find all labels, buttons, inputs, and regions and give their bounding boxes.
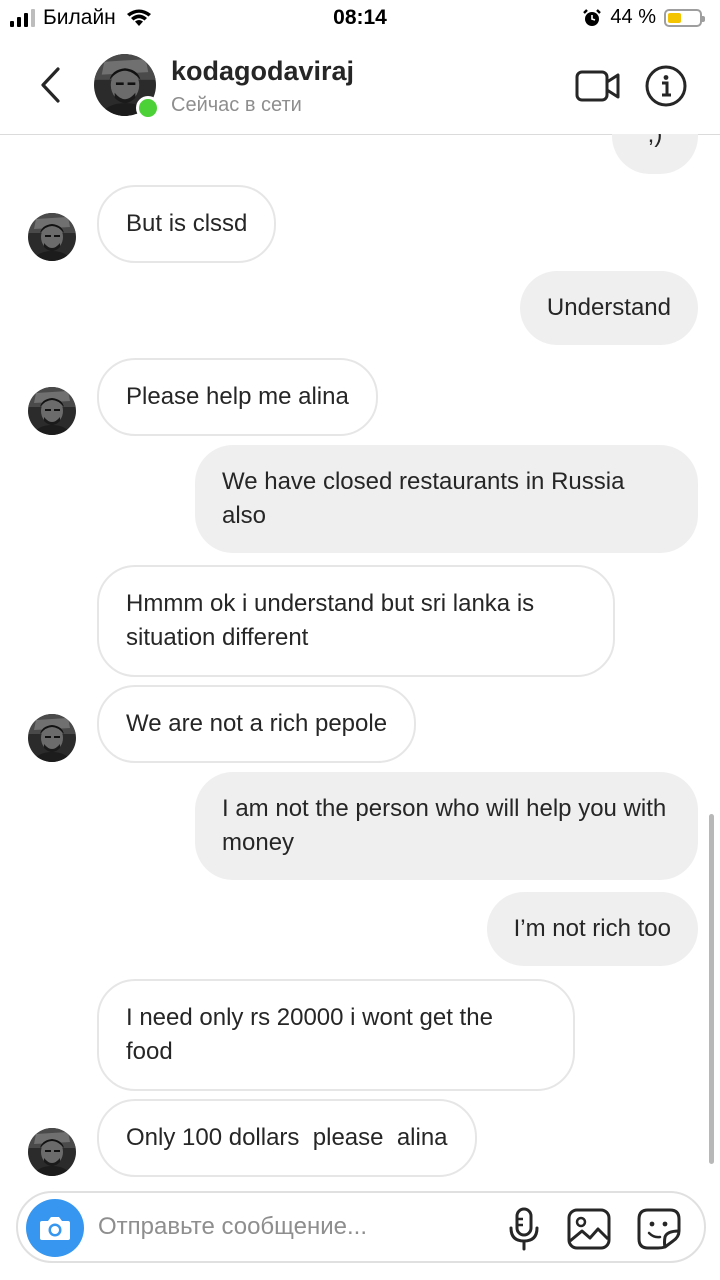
message-text: ;) (647, 134, 663, 148)
status-right: 44 % (582, 6, 705, 29)
message-bubble-outgoing[interactable]: Understand (519, 271, 698, 345)
alarm-icon (583, 8, 602, 26)
message-bubble-incoming[interactable]: I need only rs 20000 i wont get the food (97, 979, 575, 1091)
message-text: But is clssd (126, 210, 248, 237)
battery-fill (668, 12, 681, 23)
sticker-icon (637, 1208, 681, 1250)
message-bubble-incoming[interactable]: Hmmm ok i understand but sri lanka is si… (97, 565, 615, 677)
message-bubble-outgoing[interactable]: ;) (612, 134, 698, 174)
sticker-button[interactable] (636, 1207, 682, 1251)
scrollbar[interactable] (709, 814, 714, 1164)
avatar[interactable] (28, 714, 76, 762)
message-text: I am not the person who will help you wi… (222, 795, 667, 856)
message-thread[interactable]: ;) But is clssd Understand Please help m… (0, 134, 720, 1184)
online-indicator (136, 96, 160, 120)
message-text: I’m not rich too (513, 915, 671, 942)
video-call-button[interactable] (574, 66, 622, 106)
message-text: Only 100 dollars please alina (126, 1124, 448, 1151)
info-button[interactable] (644, 64, 688, 108)
message-bubble-incoming[interactable]: Only 100 dollars please alina (97, 1099, 477, 1177)
microphone-icon (509, 1207, 539, 1251)
message-bubble-incoming[interactable]: We are not a rich pepole (97, 685, 417, 763)
info-icon (645, 65, 687, 107)
status-bar: Билайн 08:14 44 % (0, 0, 720, 40)
message-bubble-outgoing[interactable]: I am not the person who will help you wi… (195, 772, 698, 880)
message-bubble-incoming[interactable]: Please help me alina (97, 358, 378, 436)
message-text: Please help me alina (126, 383, 349, 410)
image-icon (567, 1208, 611, 1250)
battery-percent: 44 % (610, 6, 656, 28)
avatar[interactable] (28, 387, 76, 435)
video-camera-icon (575, 70, 620, 102)
message-text: We are not a rich pepole (126, 710, 388, 737)
battery-icon (664, 8, 705, 27)
message-bubble-outgoing[interactable]: We have closed restaurants in Russia als… (195, 445, 698, 553)
message-text: I need only rs 20000 i wont get the food (126, 1004, 493, 1065)
contact-status: Сейчас в сети (171, 94, 302, 116)
avatar[interactable] (28, 213, 76, 261)
chat-header: kodagodaviraj Сейчас в сети (0, 40, 720, 135)
chevron-left-icon (41, 67, 60, 103)
message-text: Hmmm ok i understand but sri lanka is si… (126, 590, 535, 651)
message-bubble-incoming[interactable]: But is clssd (97, 185, 277, 263)
gallery-button[interactable] (566, 1207, 612, 1251)
contact-username[interactable]: kodagodaviraj (171, 56, 354, 87)
camera-button[interactable] (26, 1199, 84, 1257)
message-composer (16, 1191, 706, 1263)
back-button[interactable] (30, 62, 70, 108)
camera-icon (40, 1217, 70, 1240)
message-text: Understand (546, 294, 671, 321)
avatar[interactable] (28, 1128, 76, 1176)
message-text: We have closed restaurants in Russia als… (222, 468, 625, 529)
message-bubble-outgoing[interactable]: I’m not rich too (486, 892, 698, 966)
microphone-button[interactable] (504, 1207, 544, 1251)
message-input[interactable] (98, 1207, 478, 1247)
